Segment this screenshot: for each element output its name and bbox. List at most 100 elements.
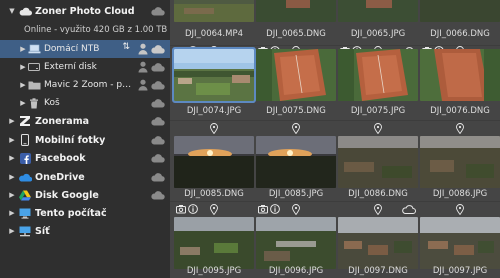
photo-thumbnail[interactable] bbox=[256, 217, 336, 269]
photo-thumbnail[interactable] bbox=[420, 49, 500, 101]
file-name: DJI_0095.JPG bbox=[186, 266, 242, 276]
expand-arrow-icon[interactable]: ▶ bbox=[8, 227, 16, 235]
tree-item-label: Koš bbox=[44, 98, 60, 108]
info-icon bbox=[270, 204, 280, 214]
phone-icon bbox=[18, 134, 32, 146]
tree-root-zoner-photo-cloud[interactable]: ▼ Zoner Photo Cloud bbox=[0, 2, 170, 20]
tree-item-zonerama[interactable]: ▶ Zonerama bbox=[0, 112, 170, 130]
expand-arrow-icon[interactable]: ▶ bbox=[8, 173, 16, 181]
tree-item-domaci-ntb[interactable]: ▶ Domácí NTB ⇅ bbox=[0, 40, 170, 58]
file-name: DJI_0065.DNG bbox=[266, 29, 326, 39]
onedrive-icon bbox=[18, 171, 32, 183]
expand-arrow-icon[interactable]: ▶ bbox=[8, 154, 16, 162]
facebook-icon bbox=[18, 152, 32, 164]
location-pin-icon bbox=[292, 123, 300, 134]
tree-item-mobilni-fotky[interactable]: ▶ Mobilní fotky bbox=[0, 131, 170, 149]
file-name: DJI_0076.DNG bbox=[430, 106, 490, 116]
photo-thumbnail[interactable] bbox=[338, 217, 418, 269]
photo-thumbnail[interactable] bbox=[420, 217, 500, 269]
expand-arrow-icon[interactable]: ▶ bbox=[8, 136, 16, 144]
thumbnail-item[interactable]: DJI_0065.JPG bbox=[334, 0, 422, 44]
photo-thumbnail[interactable] bbox=[338, 49, 418, 101]
thumbnail-badges bbox=[416, 204, 500, 216]
cloud-sync-icon bbox=[151, 45, 165, 54]
tree-item-facebook[interactable]: ▶ Facebook bbox=[0, 149, 170, 167]
thumbnail-item[interactable]: DJI_0085.DNG bbox=[170, 121, 258, 201]
photo-thumbnail[interactable] bbox=[420, 136, 500, 188]
file-name: DJI_0064.MP4 bbox=[184, 29, 243, 39]
thumbnail-item[interactable]: DJI_0096.JPG bbox=[252, 202, 340, 278]
location-pin-icon bbox=[292, 204, 300, 215]
shared-user-icon bbox=[138, 43, 148, 55]
thumbnail-item[interactable]: DJI_0086.JPG bbox=[416, 121, 500, 201]
thumbnail-item[interactable]: DJI_0097.DNG bbox=[334, 202, 422, 278]
thumbnail-item[interactable]: DJI_0085.JPG bbox=[252, 121, 340, 201]
photo-thumbnail[interactable] bbox=[420, 0, 500, 22]
camera-icon bbox=[176, 205, 186, 214]
expand-arrow-icon[interactable]: ▶ bbox=[19, 81, 27, 89]
cloud-sync-icon bbox=[151, 81, 165, 90]
tree-item-label: Mavic 2 Zoom - přehled bbox=[44, 80, 134, 90]
tree-item-onedrive[interactable]: ▶ OneDrive bbox=[0, 168, 170, 186]
tree-item-mavic-2-zoom[interactable]: ▶ Mavic 2 Zoom - přehled bbox=[0, 76, 170, 94]
expand-arrow-icon[interactable]: ▶ bbox=[19, 99, 27, 107]
tree-item-disk-google[interactable]: ▶ Disk Google bbox=[0, 186, 170, 204]
expand-arrow-icon[interactable]: ▶ bbox=[8, 191, 16, 199]
thumbnail-item[interactable]: DJI_0095.JPG bbox=[170, 202, 258, 278]
expand-arrow-icon[interactable]: ▶ bbox=[8, 117, 16, 125]
photo-thumbnail[interactable] bbox=[338, 0, 418, 22]
google-drive-icon bbox=[18, 189, 32, 201]
computer-icon bbox=[18, 207, 32, 219]
cloud-sync-icon bbox=[151, 154, 165, 163]
thumbnail-item[interactable]: DJI_0075.DNG bbox=[252, 46, 340, 120]
shared-user-icon bbox=[138, 79, 148, 91]
expand-arrow-icon[interactable]: ▶ bbox=[8, 209, 16, 217]
photo-thumbnail[interactable] bbox=[174, 136, 254, 188]
photo-thumbnail[interactable] bbox=[172, 47, 256, 103]
thumbnail-badges bbox=[334, 123, 422, 135]
location-pin-icon bbox=[374, 204, 382, 215]
photo-thumbnail[interactable] bbox=[174, 0, 254, 22]
cloud-sync-icon bbox=[151, 117, 165, 126]
photo-thumbnail[interactable] bbox=[338, 136, 418, 188]
file-name: DJI_0086.DNG bbox=[348, 189, 408, 199]
file-name: DJI_0096.JPG bbox=[268, 266, 324, 276]
cloud-sync-icon bbox=[151, 7, 165, 16]
expand-arrow-icon[interactable]: ▶ bbox=[19, 63, 27, 71]
tree-item-tento-pocitac[interactable]: ▶ Tento počítač bbox=[0, 204, 170, 222]
tree-item-label: Tento počítač bbox=[35, 207, 107, 219]
thumbnail-item[interactable]: DJI_0097.JPG bbox=[416, 202, 500, 278]
thumbnail-item[interactable]: DJI_0064.MP4 bbox=[170, 0, 258, 44]
thumbnail-item[interactable]: DJI_0066.DNG bbox=[416, 0, 500, 44]
photo-thumbnail[interactable] bbox=[256, 136, 336, 188]
expand-arrow-icon[interactable]: ▼ bbox=[8, 7, 16, 15]
tree-item-label: Mobilní fotky bbox=[35, 134, 106, 146]
photo-thumbnail[interactable] bbox=[174, 217, 254, 269]
tree-item-label: Externí disk bbox=[44, 62, 97, 72]
file-name: DJI_0097.JPG bbox=[432, 266, 488, 276]
photo-thumbnail[interactable] bbox=[256, 49, 336, 101]
file-name: DJI_0085.JPG bbox=[268, 189, 324, 199]
tree-item-externi-disk[interactable]: ▶ Externí disk bbox=[0, 58, 170, 76]
location-pin-icon bbox=[456, 123, 464, 134]
thumbnail-item[interactable]: DJI_0065.DNG bbox=[252, 0, 340, 44]
camera-icon bbox=[258, 205, 268, 214]
tree-item-label: Zonerama bbox=[35, 115, 90, 127]
tree-item-label: Facebook bbox=[35, 152, 86, 164]
file-name: DJI_0085.DNG bbox=[184, 189, 244, 199]
thumbnail-badges bbox=[170, 204, 258, 216]
trash-icon bbox=[27, 97, 41, 109]
expand-arrow-icon[interactable]: ▶ bbox=[19, 45, 27, 53]
thumbnail-badges bbox=[252, 123, 340, 135]
tree-item-sit[interactable]: ▶ Síť bbox=[0, 222, 170, 240]
thumbnail-item[interactable]: DJI_0086.DNG bbox=[334, 121, 422, 201]
tree-item-label: OneDrive bbox=[35, 171, 85, 183]
cloud-storage-status: Online - využito 420 GB z 1.00 TB bbox=[24, 25, 168, 35]
photo-thumbnail[interactable] bbox=[256, 0, 336, 22]
thumbnail-item-selected[interactable]: DJI_0074.JPG bbox=[170, 46, 258, 120]
thumbnail-item[interactable]: DJI_0075.JPG bbox=[334, 46, 422, 120]
tree-item-kos[interactable]: ▶ Koš bbox=[0, 94, 170, 112]
file-name: DJI_0075.DNG bbox=[266, 106, 326, 116]
thumbnail-item[interactable]: DJI_0076.DNG bbox=[416, 46, 500, 120]
location-pin-icon bbox=[456, 204, 464, 215]
